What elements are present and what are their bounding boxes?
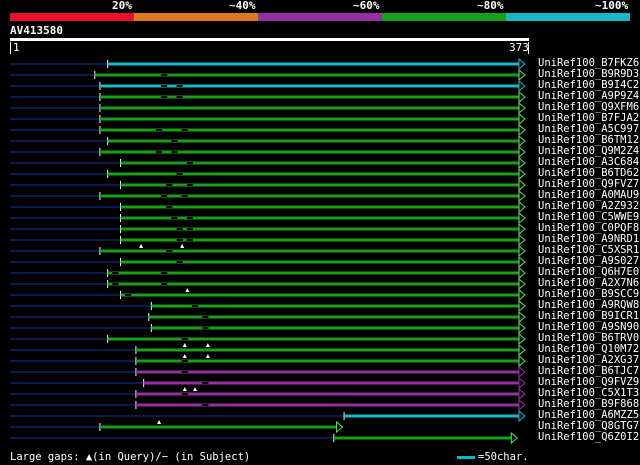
hit-arrowhead <box>510 431 519 445</box>
query-gap-triangle <box>205 343 210 347</box>
scale-line <box>457 456 475 459</box>
hit-arrowhead <box>518 101 526 115</box>
query-gap-triangle <box>193 387 198 391</box>
query-gap-triangle <box>182 387 187 391</box>
query-gap-triangle <box>185 288 190 292</box>
hit-arrowhead <box>518 321 526 335</box>
hit-arrowhead <box>518 189 526 203</box>
query-gap-triangle <box>205 354 210 358</box>
hit-arrowhead <box>518 277 526 291</box>
query-gap-triangle <box>139 244 144 248</box>
hit-arrowhead <box>518 244 526 258</box>
hit-arrowhead <box>518 79 526 93</box>
hit-arrowhead <box>518 354 526 368</box>
query-gap-triangle <box>157 420 162 424</box>
hit-arrowhead <box>518 145 526 159</box>
hit-arrowhead <box>518 233 526 247</box>
hit-arrowhead <box>518 134 526 148</box>
gaps-legend: Large gaps: ▲(in Query)/− (in Subject) <box>10 451 251 463</box>
hit-arrowhead <box>518 57 526 71</box>
hit-arrowhead <box>518 288 526 302</box>
hit-arrowhead <box>518 332 526 346</box>
hit-arrowhead <box>518 310 526 324</box>
hit-arrowhead <box>518 200 526 214</box>
hit-arrowhead <box>518 266 526 280</box>
hit-label[interactable]: UniRef100_Q6Z0I2 <box>538 432 639 443</box>
hit-arrowhead <box>518 68 526 82</box>
hit-arrowhead <box>518 167 526 181</box>
hit-arrowhead <box>518 343 526 357</box>
hit-arrowhead <box>518 376 526 390</box>
hit-arrowhead <box>518 222 526 236</box>
hit-arrowhead <box>518 112 526 126</box>
hit-arrowhead <box>518 255 526 269</box>
scale-text: =50char. <box>478 451 529 463</box>
query-gap-triangle <box>180 244 185 248</box>
hit-arrowhead <box>518 178 526 192</box>
query-gap-triangle <box>182 343 187 347</box>
hit-arrowhead <box>518 123 526 137</box>
hit-arrowhead <box>518 211 526 225</box>
hit-arrowhead <box>336 420 344 434</box>
hit-arrowhead <box>518 365 526 379</box>
hit-arrowhead <box>518 156 526 170</box>
hit-arrowhead <box>518 387 526 401</box>
query-gap-triangle <box>182 354 187 358</box>
hit-arrowhead <box>518 398 526 412</box>
hit-arrowhead <box>518 409 526 423</box>
hit-arrowhead <box>518 90 526 104</box>
hit-arrowhead <box>518 299 526 313</box>
